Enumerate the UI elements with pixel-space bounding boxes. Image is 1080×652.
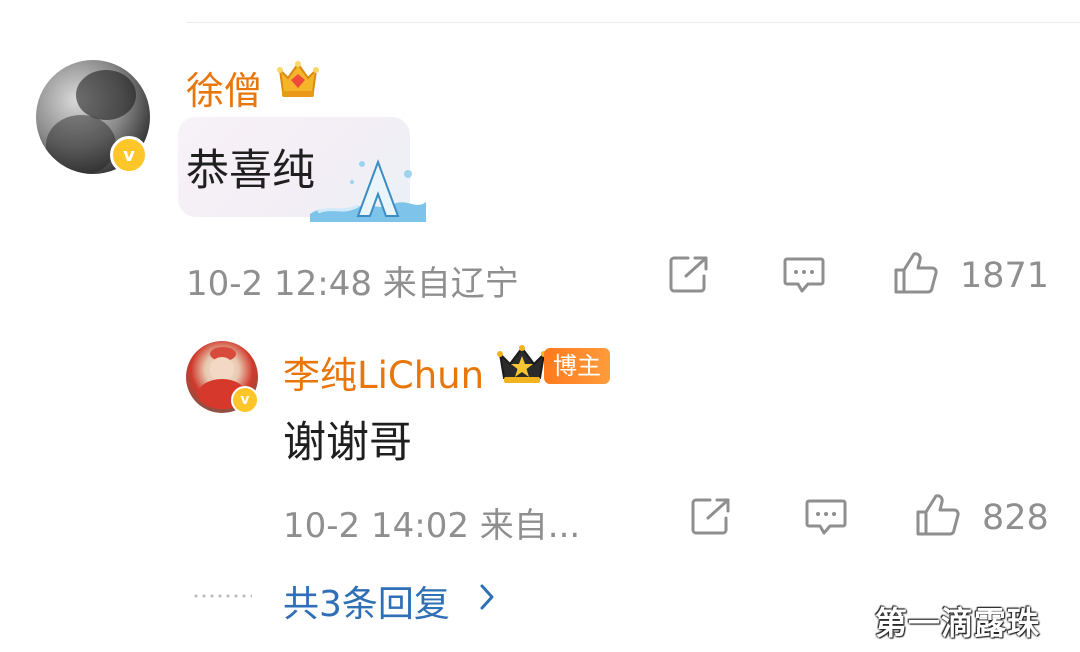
- comment-icon[interactable]: [804, 496, 848, 538]
- watermark: 第一滴露珠: [874, 604, 1040, 642]
- thread-dots: [192, 594, 252, 598]
- verified-icon: v: [231, 386, 259, 414]
- username[interactable]: 徐僧: [186, 60, 262, 115]
- more-replies-link[interactable]: 共3条回复: [283, 575, 450, 627]
- crown-gem-icon: [277, 61, 319, 97]
- author-tag: 博主: [544, 348, 610, 384]
- comment-meta: 10-2 12:48 来自辽宁: [186, 256, 519, 305]
- avatar-figure: [76, 70, 136, 120]
- reply-username[interactable]: 李纯LiChun: [283, 345, 484, 399]
- like-icon[interactable]: [892, 250, 940, 296]
- verified-icon: v: [110, 136, 148, 174]
- avatar-figure-body: [46, 115, 116, 174]
- comment-icon[interactable]: [782, 254, 826, 296]
- like-icon[interactable]: [914, 492, 962, 538]
- share-icon[interactable]: [668, 254, 712, 294]
- reply-meta: 10-2 14:02 来自...: [283, 498, 580, 547]
- like-count: 1871: [960, 256, 1050, 296]
- location: 来自...: [479, 506, 581, 546]
- reply-text: 谢谢哥: [283, 418, 412, 468]
- timestamp: 10-2 14:02: [283, 506, 469, 546]
- location: 来自辽宁: [382, 264, 519, 304]
- bubble-decoration-logo: [310, 159, 426, 222]
- top-divider: [186, 22, 1080, 23]
- timestamp: 10-2 12:48: [186, 264, 372, 304]
- comment-text: 恭喜纯: [186, 146, 315, 196]
- share-icon[interactable]: [690, 496, 734, 536]
- crown-star-icon: [497, 345, 547, 383]
- avatar-face: [210, 357, 234, 381]
- chevron-right-icon[interactable]: [478, 582, 496, 612]
- like-count: 828: [982, 498, 1049, 538]
